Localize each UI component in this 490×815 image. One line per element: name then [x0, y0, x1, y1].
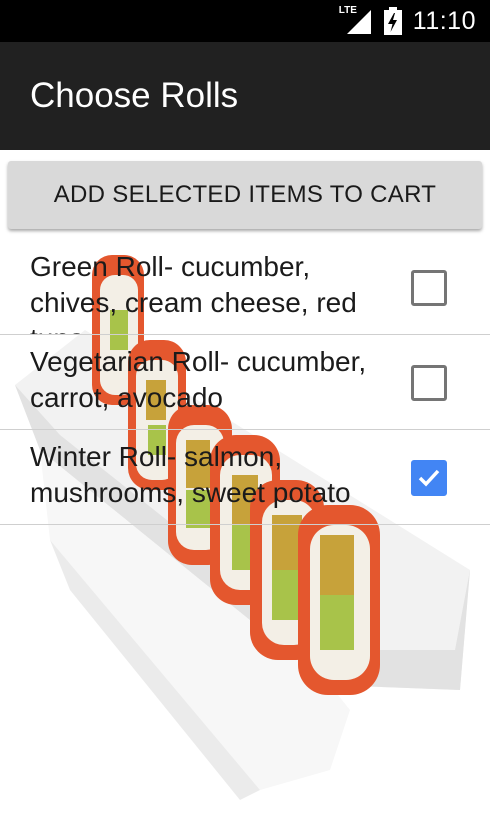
roll-checkbox-vegetarian[interactable] — [411, 365, 447, 401]
network-type-label: LTE — [338, 5, 357, 16]
add-selected-to-cart-button[interactable]: ADD SELECTED ITEMS TO CART — [8, 161, 482, 229]
roll-item-vegetarian[interactable]: Vegetarian Roll- cucumber, carrot, avoca… — [0, 335, 490, 430]
rolls-list: Green Roll- cucumber, chives, cream chee… — [0, 240, 490, 525]
status-icons: LTE 11:10 — [339, 0, 476, 42]
page-title: Choose Rolls — [30, 76, 239, 115]
roll-item-winter[interactable]: Winter Roll- salmon, mushrooms, sweet po… — [0, 430, 490, 525]
roll-item-green[interactable]: Green Roll- cucumber, chives, cream chee… — [0, 240, 490, 335]
roll-item-label: Vegetarian Roll- cucumber, carrot, avoca… — [30, 346, 367, 413]
roll-item-label: Winter Roll- salmon, mushrooms, sweet po… — [30, 441, 351, 508]
roll-checkbox-green[interactable] — [411, 270, 447, 306]
roll-item-label: Green Roll- cucumber, chives, cream chee… — [30, 251, 357, 334]
sushi-roll-6 — [298, 505, 380, 695]
roll-checkbox-winter[interactable] — [411, 460, 447, 496]
clock: 11:10 — [412, 6, 476, 35]
lte-signal-icon: LTE — [338, 5, 373, 36]
checkmark-icon — [418, 469, 440, 487]
battery-charging-icon — [383, 7, 402, 35]
app-bar: Choose Rolls — [0, 42, 490, 150]
content-area: ADD SELECTED ITEMS TO CART Green Roll- c… — [0, 150, 490, 815]
status-bar: LTE 11:10 — [0, 0, 490, 42]
